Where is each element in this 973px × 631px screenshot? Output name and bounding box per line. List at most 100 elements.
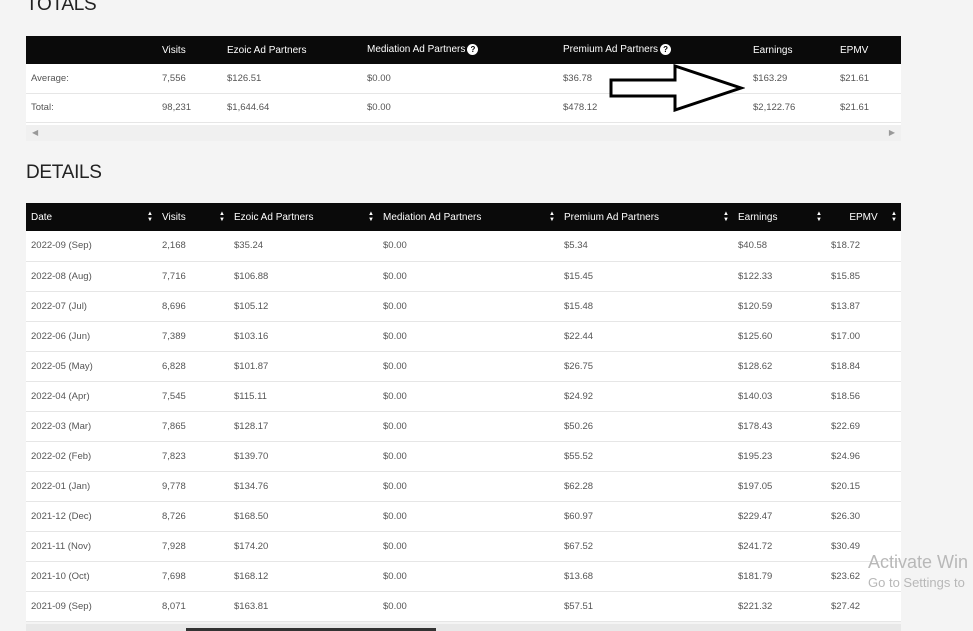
details-col-visits[interactable]: Visits ▲ ▼ xyxy=(157,203,229,231)
cell: 2021-11 (Nov) xyxy=(26,531,157,562)
cell: $18.56 xyxy=(826,381,901,412)
totals-row-total: Total: 98,231 $1,644.64 $0.00 $478.12 $2… xyxy=(26,93,901,123)
table-row: 2022-06 (Jun) 7,389 $103.16 $0.00 $22.44 $125… xyxy=(26,321,901,352)
cell: $0.00 xyxy=(362,93,558,123)
details-col-premium[interactable]: Premium Ad Partners ▲ ▼ xyxy=(559,203,733,231)
cell: $139.70 xyxy=(229,441,378,472)
cell: 7,716 xyxy=(157,261,229,292)
cell: $0.00 xyxy=(378,381,559,412)
column-label: Earnings xyxy=(738,211,778,223)
cell: $125.60 xyxy=(733,321,826,352)
help-icon[interactable]: ? xyxy=(467,44,479,56)
cell: $24.96 xyxy=(826,441,901,472)
details-header-row: Date ▲ ▼ Visits ▲ ▼ Ezoic Ad Partners ▲ ▼ Medi… xyxy=(26,203,901,231)
cell: $22.69 xyxy=(826,411,901,442)
column-label: EPMV xyxy=(849,211,878,223)
cell: 2022-05 (May) xyxy=(26,351,157,382)
cell: 8,696 xyxy=(157,291,229,322)
cell: $13.87 xyxy=(826,291,901,322)
sort-arrows-icon[interactable]: ▲ ▼ xyxy=(219,211,225,223)
table-row: 2021-11 (Nov) 7,928 $174.20 $0.00 $67.52 $241… xyxy=(26,531,901,562)
cell: Average: xyxy=(26,64,157,94)
table-row: 2022-09 (Sep) 2,168 $35.24 $0.00 $5.34 $40.58… xyxy=(26,231,901,262)
cell: $55.52 xyxy=(559,441,733,472)
cell: $15.48 xyxy=(559,291,733,322)
watermark-line2: Go to Settings to xyxy=(868,575,965,590)
sort-arrows-icon[interactable]: ▲ ▼ xyxy=(723,211,729,223)
scroll-right-icon[interactable]: ▶ xyxy=(889,128,895,137)
details-table-card: Date ▲ ▼ Visits ▲ ▼ Ezoic Ad Partners ▲ ▼ Medi… xyxy=(26,203,901,622)
cell: $221.32 xyxy=(733,591,826,622)
cell: $168.12 xyxy=(229,561,378,592)
details-col-date[interactable]: Date ▲ ▼ xyxy=(26,203,157,231)
table-row: 2022-01 (Jan) 9,778 $134.76 $0.00 $62.28 $197… xyxy=(26,471,901,502)
cell: $0.00 xyxy=(378,441,559,472)
totals-header-row: Visits Ezoic Ad Partners Mediation Ad Pa… xyxy=(26,36,901,64)
sort-arrows-icon[interactable]: ▲ ▼ xyxy=(147,211,153,223)
cell: $241.72 xyxy=(733,531,826,562)
cell: $0.00 xyxy=(378,321,559,352)
scroll-left-icon[interactable]: ◀ xyxy=(32,128,38,137)
cell: 9,778 xyxy=(157,471,229,502)
cell: $50.26 xyxy=(559,411,733,442)
details-col-mediation[interactable]: Mediation Ad Partners ▲ ▼ xyxy=(378,203,559,231)
cell: 2022-01 (Jan) xyxy=(26,471,157,502)
cell: $35.24 xyxy=(229,231,378,262)
cell: $0.00 xyxy=(362,64,558,94)
cell: $163.29 xyxy=(748,64,835,94)
cell: 2022-03 (Mar) xyxy=(26,411,157,442)
totals-horizontal-scrollbar[interactable]: ◀ ▶ xyxy=(26,125,901,141)
sort-arrows-icon[interactable]: ▲ ▼ xyxy=(549,211,555,223)
page-horizontal-scrollbar[interactable] xyxy=(26,624,901,631)
cell: $122.33 xyxy=(733,261,826,292)
cell: $128.62 xyxy=(733,351,826,382)
details-col-epmv[interactable]: EPMV ▲ ▼ xyxy=(826,203,901,231)
cell: 98,231 xyxy=(157,93,222,123)
totals-col-visits: Visits xyxy=(162,44,186,56)
cell: $26.75 xyxy=(559,351,733,382)
cell: 7,823 xyxy=(157,441,229,472)
cell: $128.17 xyxy=(229,411,378,442)
table-row: 2022-04 (Apr) 7,545 $115.11 $0.00 $24.92 $140… xyxy=(26,381,901,412)
cell: $0.00 xyxy=(378,531,559,562)
cell: $22.44 xyxy=(559,321,733,352)
column-label: Date xyxy=(31,211,53,223)
cell: $17.00 xyxy=(826,321,901,352)
column-label: Mediation Ad Partners xyxy=(383,211,482,223)
details-title: DETAILS xyxy=(26,162,102,183)
cell: $0.00 xyxy=(378,591,559,622)
cell: $126.51 xyxy=(222,64,362,94)
table-row: 2022-05 (May) 6,828 $101.87 $0.00 $26.75 $128… xyxy=(26,351,901,382)
column-label: Ezoic Ad Partners xyxy=(234,211,314,223)
cell: $15.85 xyxy=(826,261,901,292)
cell: $115.11 xyxy=(229,381,378,412)
sort-arrows-icon[interactable]: ▲ ▼ xyxy=(891,211,897,223)
cell: $15.45 xyxy=(559,261,733,292)
sort-arrows-icon[interactable]: ▲ ▼ xyxy=(368,211,374,223)
totals-title: TOTALS xyxy=(26,0,97,15)
help-icon[interactable]: ? xyxy=(660,44,672,56)
table-row: 2022-02 (Feb) 7,823 $139.70 $0.00 $55.52 $195… xyxy=(26,441,901,472)
cell: 2022-04 (Apr) xyxy=(26,381,157,412)
cell: $1,644.64 xyxy=(222,93,362,123)
cell: 2022-06 (Jun) xyxy=(26,321,157,352)
cell: 2021-09 (Sep) xyxy=(26,591,157,622)
cell: $20.15 xyxy=(826,471,901,502)
cell: 2021-10 (Oct) xyxy=(26,561,157,592)
details-col-ezoic[interactable]: Ezoic Ad Partners ▲ ▼ xyxy=(229,203,378,231)
sort-arrows-icon[interactable]: ▲ ▼ xyxy=(816,211,822,223)
activate-windows-watermark: Activate Win Go to Settings to xyxy=(868,552,968,590)
cell: $0.00 xyxy=(378,351,559,382)
cell: $101.87 xyxy=(229,351,378,382)
cell: $0.00 xyxy=(378,501,559,532)
cell: 7,556 xyxy=(157,64,222,94)
details-col-earnings[interactable]: Earnings ▲ ▼ xyxy=(733,203,826,231)
details-body: 2022-09 (Sep) 2,168 $35.24 $0.00 $5.34 $40.58… xyxy=(26,231,901,622)
cell: 7,865 xyxy=(157,411,229,442)
cell: 2022-07 (Jul) xyxy=(26,291,157,322)
column-label: Premium Ad Partners xyxy=(564,211,660,223)
totals-col-ezoic: Ezoic Ad Partners xyxy=(227,44,307,56)
cell: $40.58 xyxy=(733,231,826,262)
cell: 6,828 xyxy=(157,351,229,382)
cell: $229.47 xyxy=(733,501,826,532)
